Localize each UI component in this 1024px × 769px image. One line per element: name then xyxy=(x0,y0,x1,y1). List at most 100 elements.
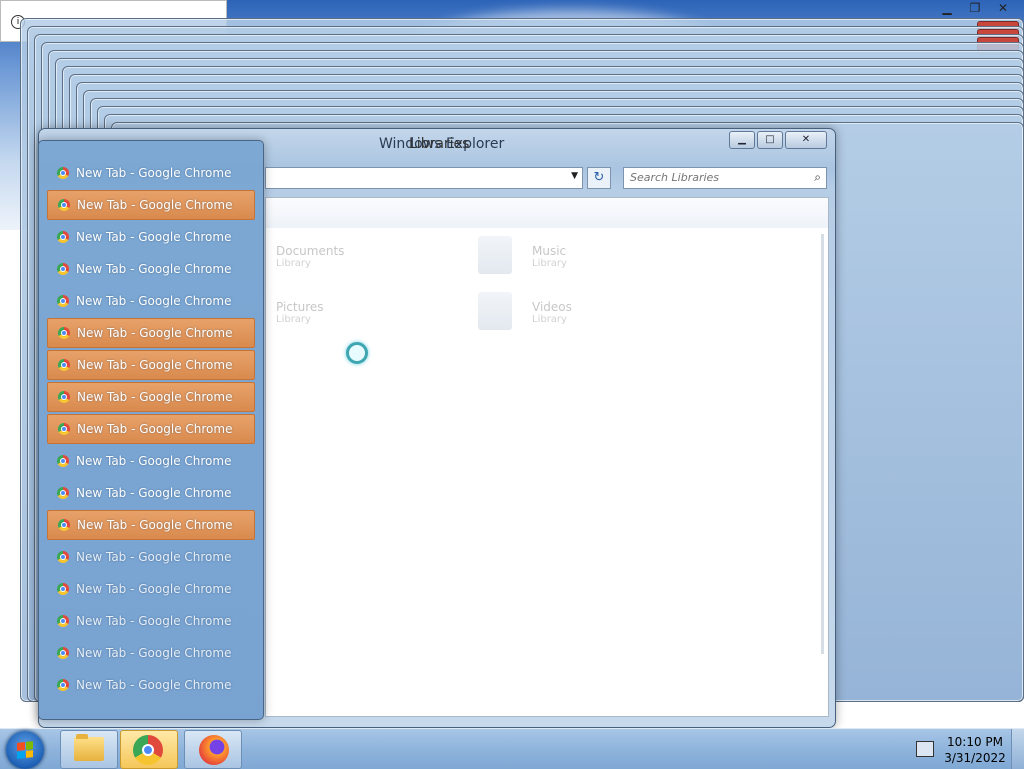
refresh-button[interactable]: ↻ xyxy=(587,167,611,189)
chrome-window-item[interactable]: New Tab - Google Chrome xyxy=(47,158,255,188)
chrome-icon xyxy=(57,551,69,563)
clock-time: 10:10 PM xyxy=(947,735,1003,749)
chrome-icon xyxy=(133,735,163,765)
chrome-icon xyxy=(58,391,70,403)
library-videos[interactable]: Videos Library xyxy=(532,300,572,325)
library-name: Documents xyxy=(276,244,345,258)
show-desktop-button[interactable] xyxy=(1011,729,1024,769)
chrome-icon xyxy=(57,647,69,659)
chrome-window-label: New Tab - Google Chrome xyxy=(76,230,232,244)
chrome-icon xyxy=(58,359,70,371)
chrome-window-item[interactable]: New Tab - Google Chrome xyxy=(47,286,255,316)
chrome-window-item[interactable]: New Tab - Google Chrome xyxy=(47,606,255,636)
chrome-window-label: New Tab - Google Chrome xyxy=(77,422,233,436)
taskbar-explorer[interactable] xyxy=(60,730,118,769)
chrome-window-label: New Tab - Google Chrome xyxy=(76,294,232,308)
window-title-front: Libraries xyxy=(409,136,470,152)
chrome-window-label: New Tab - Google Chrome xyxy=(77,326,233,340)
explorer-window-buttons: ▁ □ ✕ xyxy=(729,131,827,149)
chrome-window-label: New Tab - Google Chrome xyxy=(76,454,232,468)
search-icon[interactable]: ⌕ xyxy=(814,170,821,185)
close-button[interactable]: ✕ xyxy=(785,131,827,149)
chrome-window-item[interactable]: New Tab - Google Chrome xyxy=(47,382,255,412)
chrome-window-label: New Tab - Google Chrome xyxy=(76,614,232,628)
explorer-content: Documents Library Music Library Pictures… xyxy=(265,197,829,717)
library-type: Library xyxy=(276,258,311,269)
chrome-icon xyxy=(57,231,69,243)
chrome-window-list: New Tab - Google Chrome New Tab - Google … xyxy=(38,140,264,720)
chrome-window-label: New Tab - Google Chrome xyxy=(76,550,232,564)
chrome-window-label: New Tab - Google Chrome xyxy=(77,198,233,212)
chrome-window-label: New Tab - Google Chrome xyxy=(77,518,233,532)
chrome-window-label: New Tab - Google Chrome xyxy=(76,166,232,180)
scrollbar[interactable] xyxy=(821,234,824,654)
chrome-window-item[interactable]: New Tab - Google Chrome xyxy=(47,254,255,284)
chrome-icon xyxy=(57,487,69,499)
close-icon[interactable]: ✕ xyxy=(992,0,1014,16)
chrome-window-item[interactable]: New Tab - Google Chrome xyxy=(47,318,255,348)
chrome-icon xyxy=(57,615,69,627)
busy-cursor-icon xyxy=(346,342,368,364)
minimize-icon[interactable]: ▁ xyxy=(936,0,958,16)
library-documents[interactable]: Documents Library xyxy=(276,244,344,269)
library-music[interactable]: Music Library xyxy=(532,244,567,269)
chrome-window-item[interactable]: New Tab - Google Chrome xyxy=(47,574,255,604)
chrome-window-item[interactable]: New Tab - Google Chrome xyxy=(47,510,255,540)
chrome-icon xyxy=(57,263,69,275)
chrome-window-label: New Tab - Google Chrome xyxy=(76,262,232,276)
chrome-window-label: New Tab - Google Chrome xyxy=(77,358,233,372)
chrome-icon xyxy=(57,295,69,307)
chrome-icon xyxy=(58,423,70,435)
folder-icon xyxy=(74,734,104,761)
chrome-window-item[interactable]: New Tab - Google Chrome xyxy=(47,478,255,508)
chrome-window-label: New Tab - Google Chrome xyxy=(76,646,232,660)
chrome-window-label: New Tab - Google Chrome xyxy=(76,678,232,692)
library-type: Library xyxy=(532,314,567,325)
chrome-icon xyxy=(57,167,69,179)
library-type: Library xyxy=(276,314,311,325)
window-controls-top: ▁ ❐ ✕ xyxy=(936,0,1014,18)
chrome-icon xyxy=(58,327,70,339)
music-icon xyxy=(478,236,512,274)
start-button[interactable] xyxy=(6,731,44,769)
chrome-window-label: New Tab - Google Chrome xyxy=(76,486,232,500)
taskbar-chrome[interactable] xyxy=(120,730,178,769)
chrome-window-item[interactable]: New Tab - Google Chrome xyxy=(47,350,255,380)
chrome-window-item[interactable]: New Tab - Google Chrome xyxy=(47,446,255,476)
search-box[interactable]: ⌕ xyxy=(623,167,827,189)
chrome-window-label: New Tab - Google Chrome xyxy=(76,582,232,596)
chrome-window-item[interactable]: New Tab - Google Chrome xyxy=(47,414,255,444)
network-icon[interactable] xyxy=(916,741,934,757)
search-input[interactable] xyxy=(624,168,812,186)
library-name: Videos xyxy=(532,300,572,314)
chrome-icon xyxy=(57,455,69,467)
chrome-window-item[interactable]: New Tab - Google Chrome xyxy=(47,670,255,700)
library-name: Pictures xyxy=(276,300,324,314)
chrome-icon xyxy=(57,583,69,595)
taskbar-firefox[interactable] xyxy=(184,730,242,769)
windows-logo-icon xyxy=(17,741,33,759)
taskbar: 10:10 PM 3/31/2022 xyxy=(0,728,1024,769)
address-bar[interactable]: ▼ xyxy=(265,167,583,189)
chrome-window-item[interactable]: New Tab - Google Chrome xyxy=(47,222,255,252)
chrome-icon xyxy=(58,519,70,531)
chrome-window-item[interactable]: New Tab - Google Chrome xyxy=(47,638,255,668)
firefox-icon xyxy=(199,735,229,765)
minimize-button[interactable]: ▁ xyxy=(729,131,755,149)
explorer-toolbar xyxy=(266,198,828,228)
library-name: Music xyxy=(532,244,567,258)
clock[interactable]: 10:10 PM 3/31/2022 xyxy=(944,734,1006,766)
chrome-icon xyxy=(58,199,70,211)
clock-date: 3/31/2022 xyxy=(944,751,1006,765)
restore-icon[interactable]: ❐ xyxy=(964,0,986,16)
chrome-window-item[interactable]: New Tab - Google Chrome xyxy=(47,190,255,220)
library-type: Library xyxy=(532,258,567,269)
chevron-down-icon[interactable]: ▼ xyxy=(571,171,578,181)
chrome-window-item[interactable]: New Tab - Google Chrome xyxy=(47,542,255,572)
window-title: Windows Explorer Libraries xyxy=(379,136,504,152)
chrome-icon xyxy=(57,679,69,691)
videos-icon xyxy=(478,292,512,330)
library-pictures[interactable]: Pictures Library xyxy=(276,300,324,325)
maximize-button[interactable]: □ xyxy=(757,131,783,149)
chrome-window-label: New Tab - Google Chrome xyxy=(77,390,233,404)
